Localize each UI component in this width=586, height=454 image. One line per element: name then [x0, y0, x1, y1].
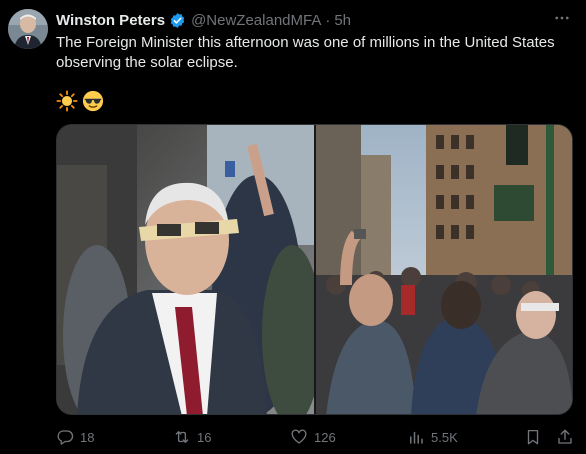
view-count: 5.5K [431, 429, 458, 445]
avatar-image [8, 9, 48, 49]
reply-count: 18 [80, 429, 95, 445]
photo-minister-eclipse-glasses[interactable] [57, 125, 314, 414]
reply-button[interactable]: 18 [56, 427, 94, 447]
author-name[interactable]: Winston Peters [56, 12, 165, 29]
author-handle[interactable]: @NewZealandMFA [191, 12, 321, 29]
repost-count: 16 [197, 429, 212, 445]
share-icon [558, 429, 572, 444]
views-chart-icon [410, 431, 423, 444]
timestamp[interactable]: 5h [334, 12, 351, 29]
like-button[interactable]: 126 [290, 427, 336, 447]
repost-icon [175, 431, 189, 443]
avatar[interactable] [8, 9, 48, 49]
heart-icon [291, 429, 307, 444]
verified-badge-icon [169, 12, 186, 29]
views-button[interactable]: 5.5K [407, 427, 458, 447]
separator-dot: · [325, 11, 331, 29]
bookmark-icon [527, 429, 539, 445]
media-grid[interactable] [56, 124, 573, 415]
tweet[interactable]: Winston Peters @NewZealandMFA · 5h The F… [0, 0, 586, 454]
reply-icon [57, 430, 74, 445]
tweet-text: The Foreign Minister this afternoon was … [56, 34, 555, 71]
tweet-header: Winston Peters @NewZealandMFA · 5h [56, 10, 351, 30]
repost-button[interactable]: 16 [173, 427, 211, 447]
sun-emoji [56, 90, 78, 112]
more-options-icon[interactable] [552, 8, 572, 28]
tweet-actions: 18 16 126 5.5K [56, 427, 576, 449]
sunglasses-face-emoji [82, 90, 104, 112]
bookmark-button[interactable] [524, 427, 542, 447]
emoji-row [56, 90, 104, 114]
like-count: 126 [314, 429, 336, 445]
photo-crowd-street-eclipse[interactable] [315, 125, 572, 414]
share-button[interactable] [556, 427, 574, 447]
